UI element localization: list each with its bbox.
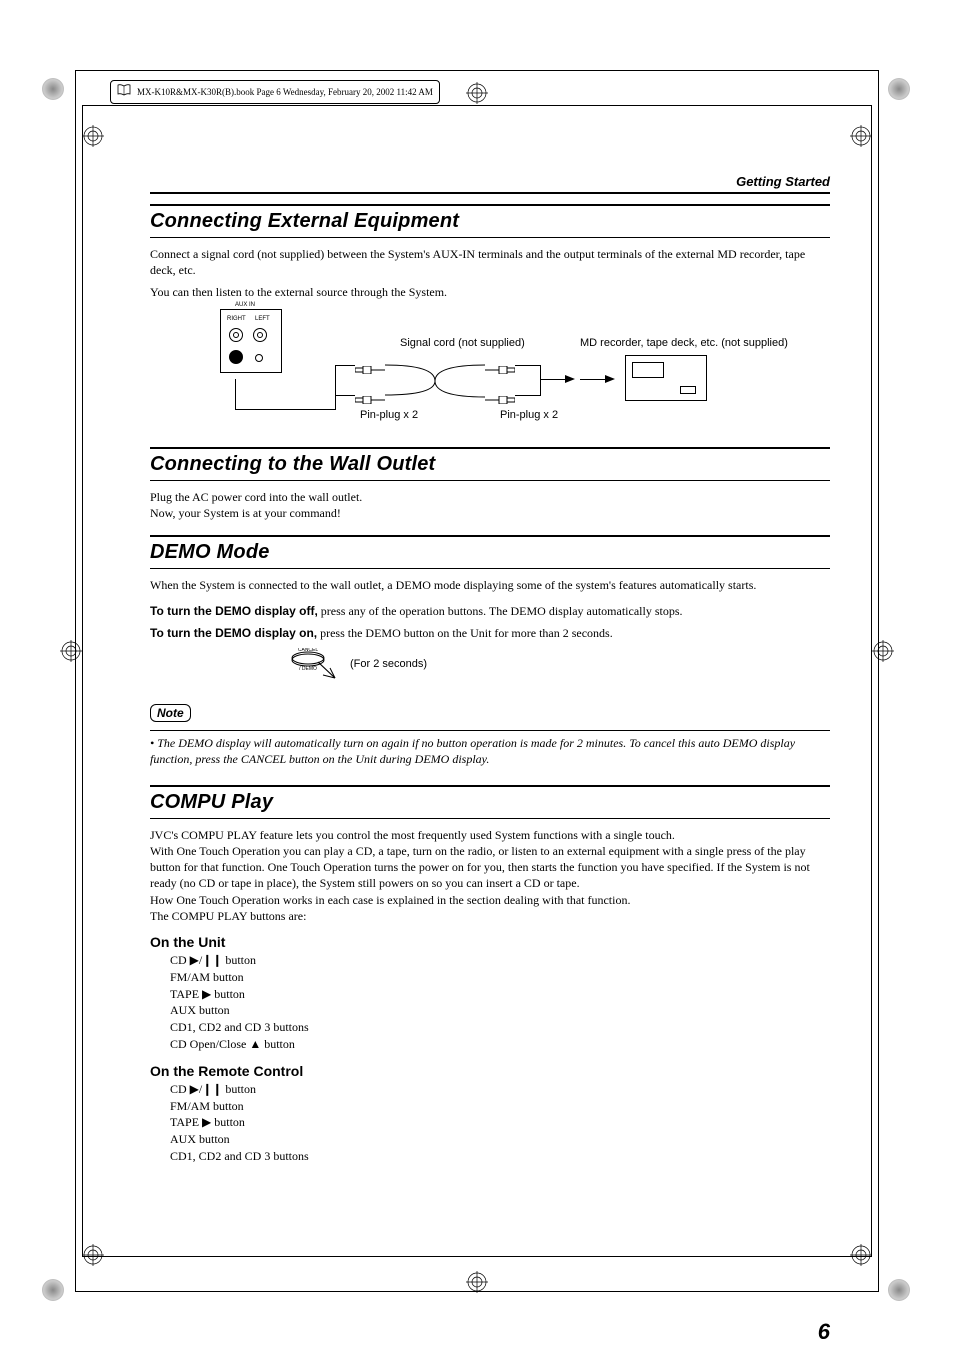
paragraph: With One Touch Operation you can play a … [150, 843, 830, 892]
pin-plug-label: Pin-plug x 2 [500, 409, 558, 421]
right-label: RIGHT [227, 316, 246, 322]
pin-plug-icon [355, 391, 385, 399]
aux-in-label: AUX IN [231, 302, 259, 308]
list-item: CD Open/Close ▲ button [170, 1036, 830, 1053]
paragraph: How One Touch Operation works in each ca… [150, 892, 830, 908]
jack-icon [229, 350, 243, 364]
jack-icon [229, 328, 243, 342]
list-item: FM/AM button [170, 969, 830, 986]
note-text: • The DEMO display will automatically tu… [150, 735, 830, 767]
registration-mark-icon [872, 640, 894, 662]
paragraph: Connect a signal cord (not supplied) bet… [150, 246, 830, 278]
list-item: CD ▶/❙❙ button [170, 1081, 830, 1098]
pin-plug-icon [355, 361, 385, 369]
rule [150, 785, 830, 787]
wire [335, 365, 355, 366]
list-item: AUX button [170, 1002, 830, 1019]
list-item: CD ▶/❙❙ button [170, 952, 830, 969]
pin-plug-label: Pin-plug x 2 [360, 409, 418, 421]
registration-mark-icon [60, 640, 82, 662]
rule [150, 480, 830, 481]
list-item: TAPE ▶ button [170, 986, 830, 1003]
subheading-on-remote: On the Remote Control [150, 1063, 830, 1079]
paragraph: When the System is connected to the wall… [150, 577, 830, 593]
corner-ornament [888, 1279, 910, 1301]
list-item: TAPE ▶ button [170, 1114, 830, 1131]
arrow-right-icon [565, 375, 575, 383]
arrow-right-icon [605, 375, 615, 383]
heading-wall-outlet: Connecting to the Wall Outlet [150, 453, 830, 476]
external-device-icon [625, 355, 707, 401]
paragraph: Now, your System is at your command! [150, 505, 830, 521]
cancel-label: CANCEL [298, 648, 319, 653]
registration-mark-icon [850, 1244, 872, 1266]
jack-icon [253, 328, 267, 342]
pin-plug-icon [485, 391, 515, 399]
corner-ornament [42, 78, 64, 100]
demo-on-label: To turn the DEMO display on, [150, 626, 317, 640]
aux-in-panel: AUX IN RIGHT LEFT [220, 309, 282, 373]
rule [150, 535, 830, 537]
section-header: Getting Started [150, 174, 830, 194]
demo-off-text: press any of the operation buttons. The … [318, 604, 683, 618]
cable-icon [385, 363, 485, 404]
wire [335, 395, 355, 396]
heading-compu-play: COMPU Play [150, 791, 830, 814]
note-badge: Note [150, 704, 191, 722]
wire [580, 379, 605, 380]
md-recorder-label: MD recorder, tape deck, etc. (not suppli… [580, 337, 788, 349]
connection-diagram: AUX IN RIGHT LEFT Signal cord (not suppl… [220, 309, 830, 429]
book-icon [117, 83, 131, 101]
paragraph: To turn the DEMO display on, press the D… [150, 625, 830, 641]
demo-button-figure: CANCEL / DEMO (For 2 seconds) [290, 648, 830, 684]
running-head-text: MX-K10R&MX-K30R(B).book Page 6 Wednesday… [137, 87, 433, 97]
corner-ornament [888, 78, 910, 100]
registration-mark-icon [850, 125, 872, 147]
wire [515, 395, 540, 396]
list-item: CD1, CD2 and CD 3 buttons [170, 1019, 830, 1036]
unit-button-list: CD ▶/❙❙ button FM/AM button TAPE ▶ butto… [170, 952, 830, 1053]
corner-ornament [42, 1279, 64, 1301]
demo-on-text: press the DEMO button on the Unit for mo… [317, 626, 613, 640]
pin-plug-icon [485, 361, 515, 369]
list-item: CD1, CD2 and CD 3 buttons [170, 1148, 830, 1165]
paragraph: Plug the AC power cord into the wall out… [150, 489, 830, 505]
left-label: LEFT [255, 316, 270, 322]
running-header: MX-K10R&MX-K30R(B).book Page 6 Wednesday… [110, 80, 440, 104]
rule [150, 447, 830, 449]
wire [235, 409, 335, 410]
registration-mark-icon [466, 1271, 488, 1293]
paragraph: You can then listen to the external sour… [150, 284, 830, 300]
paragraph: JVC's COMPU PLAY feature lets you contro… [150, 827, 830, 843]
registration-mark-icon [82, 1244, 104, 1266]
note-block: Note • The DEMO display will automatical… [150, 704, 830, 767]
rule [150, 204, 830, 206]
heading-connecting-external: Connecting External Equipment [150, 210, 830, 233]
demo-off-label: To turn the DEMO display off, [150, 604, 318, 618]
rule [150, 730, 830, 731]
subheading-on-unit: On the Unit [150, 934, 830, 950]
rule [150, 568, 830, 569]
demo-label: / DEMO [299, 666, 317, 672]
wire [335, 365, 336, 410]
wire [515, 365, 540, 366]
page-number: 6 [818, 1319, 830, 1345]
hole-icon [255, 354, 263, 362]
wire [235, 379, 236, 409]
list-item: AUX button [170, 1131, 830, 1148]
registration-mark-icon [82, 125, 104, 147]
paragraph: The COMPU PLAY buttons are: [150, 908, 830, 924]
wire [540, 379, 565, 380]
remote-button-list: CD ▶/❙❙ button FM/AM button TAPE ▶ butto… [170, 1081, 830, 1165]
rule [150, 237, 830, 238]
heading-demo-mode: DEMO Mode [150, 541, 830, 564]
for-2-seconds-label: (For 2 seconds) [350, 658, 427, 670]
rule [150, 818, 830, 819]
list-item: FM/AM button [170, 1098, 830, 1115]
signal-cord-label: Signal cord (not supplied) [400, 337, 525, 349]
wire [540, 365, 541, 396]
paragraph: To turn the DEMO display off, press any … [150, 603, 830, 619]
